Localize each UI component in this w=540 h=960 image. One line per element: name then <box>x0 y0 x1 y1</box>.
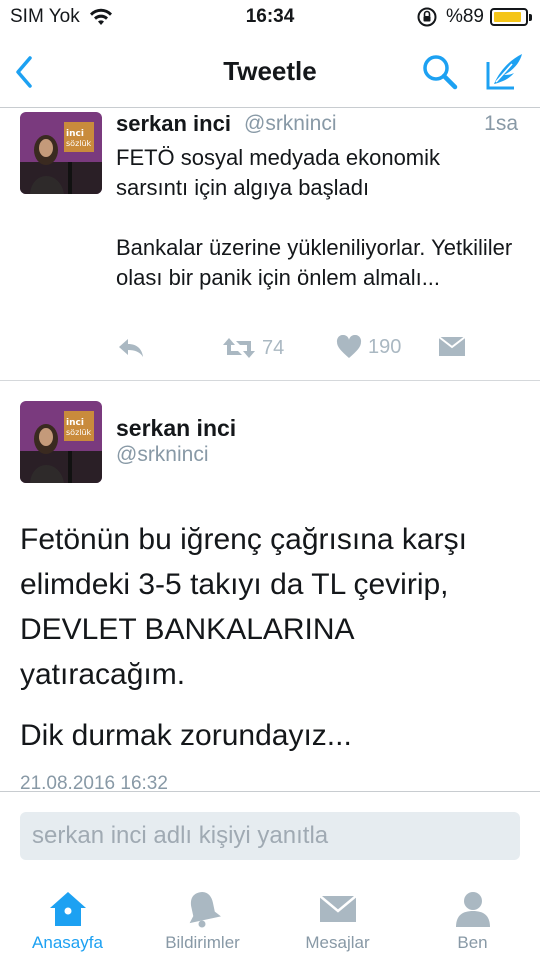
nav-bar: Tweetle <box>0 36 540 108</box>
reply-input[interactable] <box>20 812 520 860</box>
tweet-time: 1sa <box>484 112 518 135</box>
battery-fill <box>494 12 521 22</box>
author-handle[interactable]: @srkninci <box>244 112 337 136</box>
reply-icon <box>119 339 143 357</box>
search-button[interactable] <box>418 50 462 94</box>
author-handle[interactable]: @srkninci <box>116 443 209 467</box>
reply-bar <box>0 791 540 877</box>
compose-button[interactable] <box>482 48 528 94</box>
battery-cap <box>529 14 532 21</box>
status-right: %89 <box>416 6 532 28</box>
reply-button[interactable] <box>116 335 146 361</box>
battery-icon <box>490 8 532 26</box>
tab-profile[interactable]: Ben <box>405 889 540 953</box>
direct-message-button[interactable] <box>438 335 466 357</box>
compose-icon <box>486 54 522 90</box>
tweet-item[interactable]: inci sözlük serkan inci @srkninci 1sa FE… <box>0 109 540 381</box>
status-bar: SIM Yok 16:34 %89 <box>0 0 540 36</box>
tweet-text-continued: Dik durmak zorundayız... <box>20 719 352 752</box>
avatar-image: inci sözlük <box>20 112 102 194</box>
profile-icon <box>455 892 490 927</box>
author-name[interactable]: serkan inci <box>116 111 231 137</box>
tweet-text: Fetönün bu iğrenç çağrısına karşı elimde… <box>20 523 467 691</box>
tab-label: Mesajlar <box>305 933 370 952</box>
tweet-date: 21.08.2016 16:32 <box>20 773 168 791</box>
avatar-image: inci sözlük <box>20 401 102 483</box>
battery-percent: %89 <box>445 6 484 27</box>
orientation-lock-icon <box>417 7 437 27</box>
tab-messages[interactable]: Mesajlar <box>270 889 405 953</box>
svg-text:inci: inci <box>66 129 84 139</box>
tab-label: Anasayfa <box>32 933 103 952</box>
like-count: 190 <box>368 335 402 358</box>
retweet-icon <box>223 338 255 358</box>
bell-icon <box>189 892 221 928</box>
svg-text:inci: inci <box>66 418 84 428</box>
tab-notifications[interactable]: Bildirimler <box>135 889 270 953</box>
avatar[interactable]: inci sözlük <box>20 112 102 194</box>
tab-label: Bildirimler <box>165 933 240 952</box>
search-icon <box>423 55 458 90</box>
tab-bar: Anasayfa Bildirimler Mesajlar Ben <box>0 877 540 960</box>
avatar[interactable]: inci sözlük <box>20 401 102 483</box>
retweet-count: 74 <box>262 336 285 359</box>
tweet-actions: 74 190 <box>0 335 540 369</box>
tab-home[interactable]: Anasayfa <box>0 889 135 953</box>
tab-label: Ben <box>457 933 488 952</box>
author-name[interactable]: serkan inci <box>116 415 236 442</box>
svg-text:sözlük: sözlük <box>66 428 92 437</box>
envelope-icon <box>438 336 466 356</box>
home-icon <box>49 892 86 926</box>
tweet-text: FETÖ sosyal medyada ekonomik sarsıntı iç… <box>116 145 513 290</box>
envelope-icon <box>318 895 357 922</box>
heart-icon <box>336 335 362 358</box>
tweet-feed[interactable]: inci sözlük serkan inci @srkninci 1sa FE… <box>0 109 540 791</box>
retweet-button[interactable]: 74 <box>222 335 284 361</box>
like-button[interactable]: 190 <box>336 335 401 359</box>
tweet-detail: inci sözlük serkan inci @srkninci Fetönü… <box>0 381 540 791</box>
svg-text:sözlük: sözlük <box>66 139 92 148</box>
